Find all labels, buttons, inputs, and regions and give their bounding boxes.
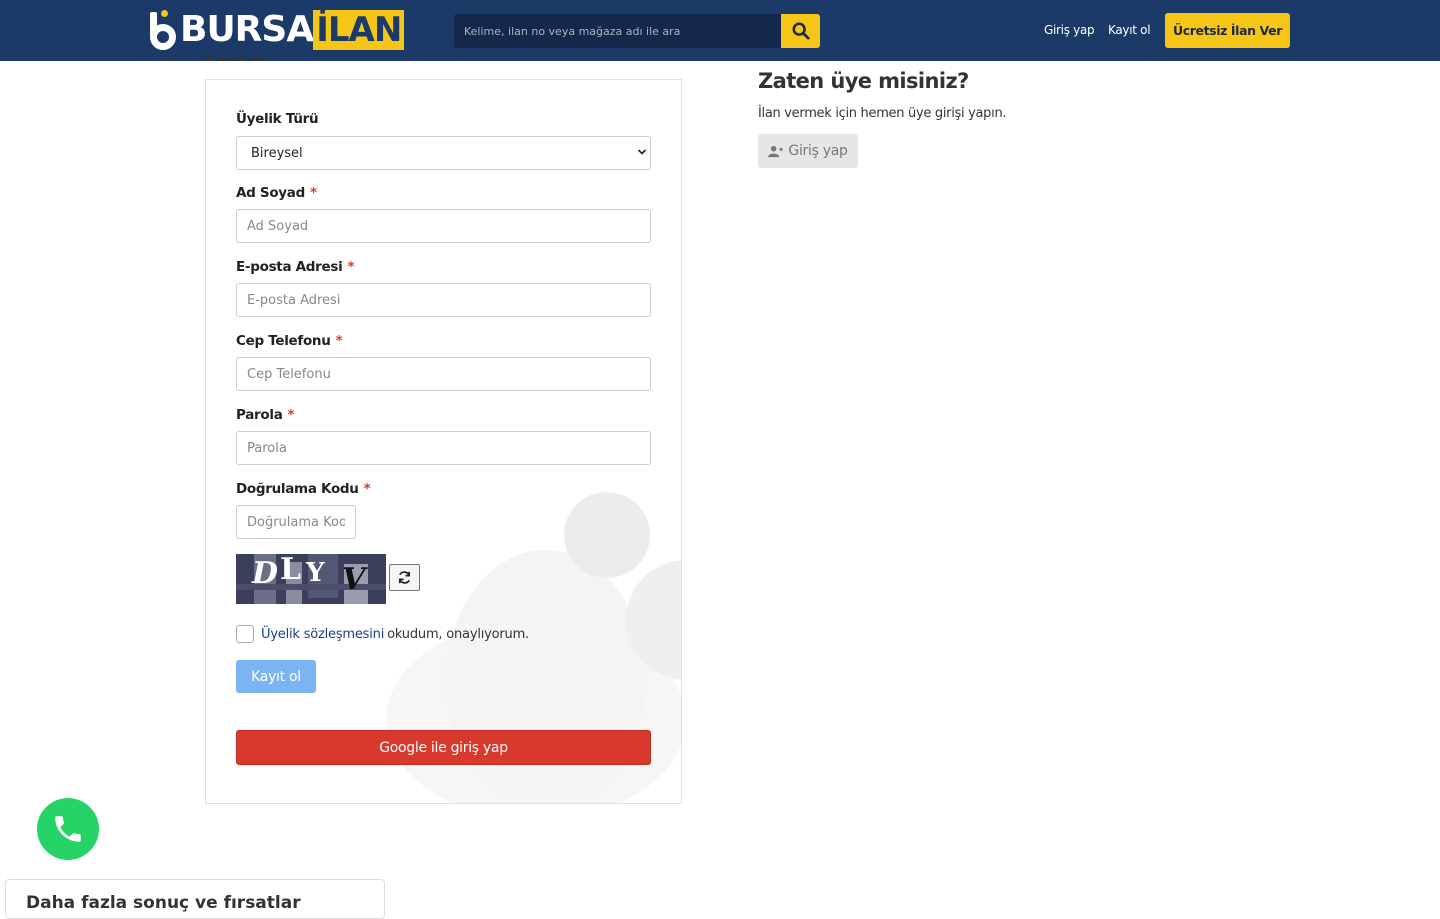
search-input[interactable] xyxy=(454,14,781,48)
register-form-card: Üyelik Türü Bireysel Ad Soyad* E-posta A… xyxy=(205,79,682,804)
decorative-bubble xyxy=(564,492,650,578)
phone-group: Cep Telefonu * xyxy=(236,333,651,391)
name-label: Ad Soyad * xyxy=(236,185,317,201)
agreement-text: okudum, onaylıyorum. xyxy=(387,626,529,642)
required-mark: * xyxy=(335,333,343,349)
search-button[interactable] xyxy=(781,14,820,48)
agreement-link[interactable]: Üyelik sözleşmesini xyxy=(261,627,384,642)
captcha-char: D xyxy=(252,556,279,591)
phone-input[interactable] xyxy=(236,357,651,391)
phone-icon xyxy=(55,816,81,842)
captcha-image: D L Y V xyxy=(236,554,386,604)
search-icon xyxy=(792,22,810,40)
password-input[interactable] xyxy=(236,431,651,465)
user-plus-icon xyxy=(768,145,784,157)
post-free-ad-button[interactable]: Ücretsiz İlan Ver xyxy=(1165,13,1290,48)
required-mark: * xyxy=(309,185,317,201)
whatsapp-button[interactable] xyxy=(37,798,99,860)
page-title: Kayıt ol xyxy=(205,53,265,61)
logo-icon xyxy=(150,10,176,50)
google-login-button[interactable]: Google ile giriş yap xyxy=(236,730,651,765)
chevron-down-icon xyxy=(637,149,647,155)
captcha-input[interactable] xyxy=(236,505,356,539)
membership-type-select[interactable]: Bireysel xyxy=(236,136,651,170)
aside-login-label: Giriş yap xyxy=(788,143,848,159)
refresh-icon xyxy=(398,571,411,584)
phone-label: Cep Telefonu * xyxy=(236,333,343,349)
membership-type-value: Bireysel xyxy=(251,145,303,161)
membership-type-label: Üyelik Türü xyxy=(236,111,319,127)
captcha-char: L xyxy=(280,554,302,587)
aside-login-button[interactable]: Giriş yap xyxy=(758,134,858,168)
logo-text-primary: BURSA xyxy=(180,9,314,50)
register-button[interactable]: Kayıt ol xyxy=(236,660,316,693)
already-member-title: Zaten üye misiniz? xyxy=(758,69,969,93)
required-mark: * xyxy=(287,407,295,423)
header-login-link[interactable]: Giriş yap xyxy=(1044,23,1095,37)
password-group: Parola * xyxy=(236,407,651,465)
already-member-text: İlan vermek için hemen üye girişi yapın. xyxy=(758,106,1007,121)
email-label: E-posta Adresi * xyxy=(236,259,355,275)
required-mark: * xyxy=(363,481,371,497)
password-label: Parola * xyxy=(236,407,295,423)
agreement-checkbox[interactable] xyxy=(236,625,254,643)
email-input[interactable] xyxy=(236,283,651,317)
membership-type-select-wrap: Bireysel xyxy=(236,136,651,170)
email-group: E-posta Adresi * xyxy=(236,259,651,317)
search-bar xyxy=(454,14,820,48)
bottom-promo-card: Daha fazla sonuç ve fırsatlar xyxy=(5,879,385,919)
decorative-bubble xyxy=(446,550,646,803)
site-logo[interactable]: BURSA İLAN xyxy=(150,9,405,50)
bottom-card-title: Daha fazla sonuç ve fırsatlar xyxy=(26,893,301,913)
membership-type-group: Üyelik Türü Bireysel xyxy=(236,111,651,170)
logo-text-secondary: İLAN xyxy=(313,10,405,50)
header-register-link[interactable]: Kayıt ol xyxy=(1108,23,1151,37)
agreement-row: Üyelik sözleşmesini okudum, onaylıyorum. xyxy=(236,625,529,643)
captcha-char: V xyxy=(342,562,366,597)
required-mark: * xyxy=(347,259,355,275)
captcha-label: Doğrulama Kodu * xyxy=(236,481,371,497)
captcha-char: Y xyxy=(306,558,325,588)
captcha-refresh-button[interactable] xyxy=(389,564,420,591)
name-group: Ad Soyad * xyxy=(236,185,651,243)
captcha-group: Doğrulama Kodu * xyxy=(236,481,651,539)
name-input[interactable] xyxy=(236,209,651,243)
